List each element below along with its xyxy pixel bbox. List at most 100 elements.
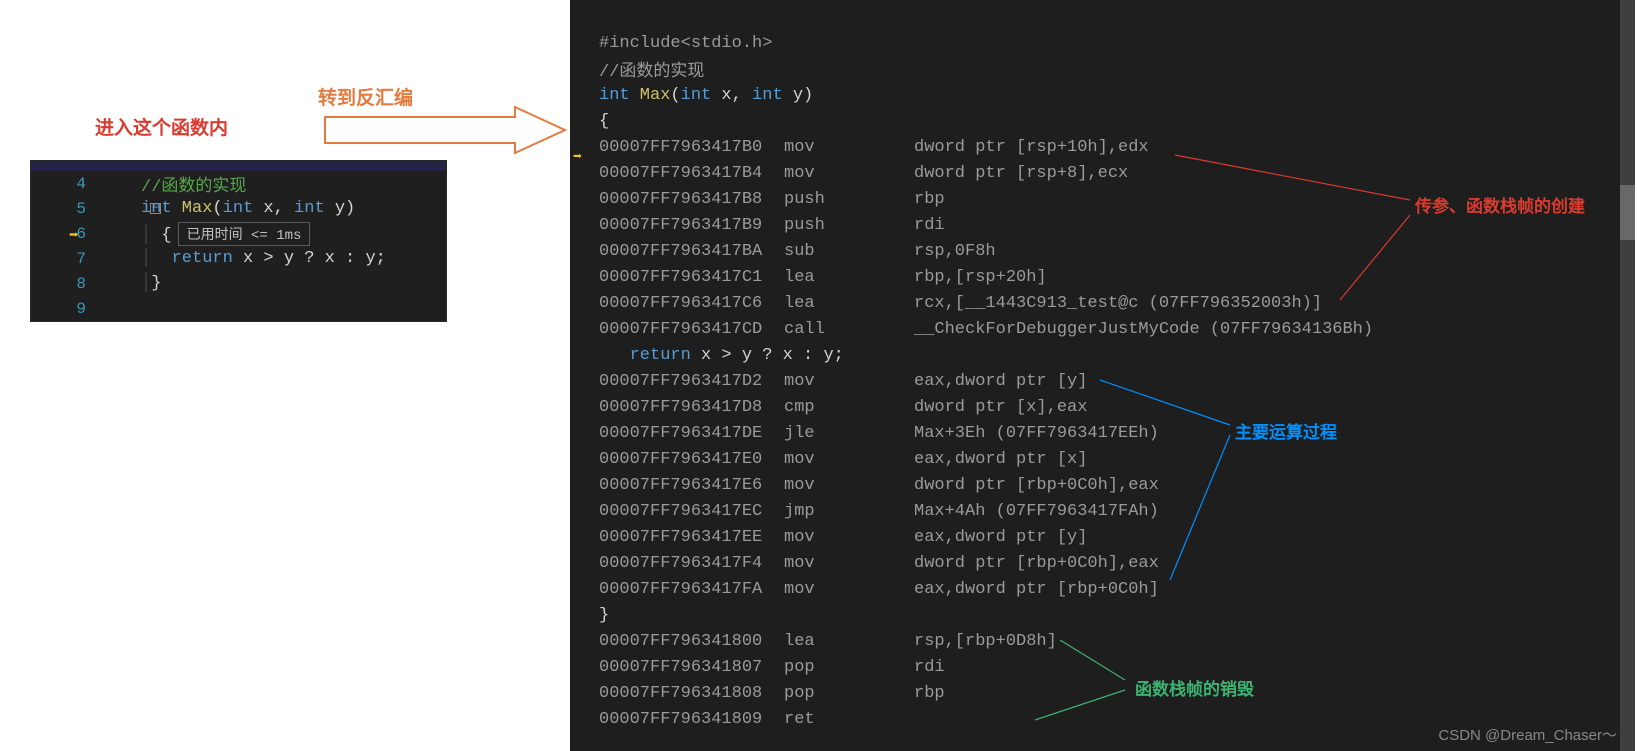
code-line-5: 5 − int Max(int x, int y) [31, 196, 446, 221]
asm-row: 00007FF7963417C6learcx,[__1443C913_test@… [570, 290, 1635, 316]
line-number: 5 [76, 200, 86, 218]
asm-op: dword ptr [rbp+0C0h],eax [914, 554, 1159, 573]
scrollbar[interactable] [1620, 0, 1635, 751]
param: y) [325, 199, 356, 218]
asm-mnem: mov [784, 528, 914, 547]
asm-mnem: push [784, 190, 914, 209]
brace-open: { [588, 112, 609, 131]
comment-text: //函数的实现 [141, 178, 246, 197]
line-number: 8 [76, 275, 86, 293]
asm-row: 00007FF7963417B4movdword ptr [rsp+8],ecx [570, 160, 1635, 186]
annotation-stack-create: 传参、函数栈帧的创建 [1415, 192, 1585, 217]
asm-op: rbp [914, 190, 945, 209]
asm-row: 00007FF7963417D2moveax,dword ptr [y] [570, 368, 1635, 394]
asm-addr: 00007FF7963417FA [588, 580, 784, 599]
source-tab-header[interactable] [31, 161, 446, 171]
asm-op: dword ptr [rbp+0C0h],eax [914, 476, 1159, 495]
asm-row: 00007FF7963417D8cmpdword ptr [x],eax [570, 394, 1635, 420]
asm-mnem: jle [784, 424, 914, 443]
asm-mnem: mov [784, 450, 914, 469]
asm-addr: 00007FF7963417B0 [588, 138, 784, 157]
asm-op: rsp,0F8h [914, 242, 996, 261]
asm-mnem: mov [784, 372, 914, 391]
source-code-panel: 4 //函数的实现 5 − int Max(int x, int y) ➡6 │… [30, 160, 447, 322]
asm-op: rdi [914, 216, 945, 235]
current-line-arrow-icon: ➡ [69, 225, 79, 245]
asm-op: eax,dword ptr [rbp+0C0h] [914, 580, 1159, 599]
asm-op: dword ptr [rsp+8],ecx [914, 164, 1128, 183]
kw: int [681, 86, 712, 105]
scrollbar-thumb[interactable] [1620, 185, 1635, 240]
asm-mnem: lea [784, 632, 914, 651]
code-line-7: 7 │ return x > y ? x : y; [31, 246, 446, 271]
kw: int [599, 86, 630, 105]
brace-close: } [588, 606, 609, 625]
kw: int [294, 199, 325, 218]
asm-mnem: lea [784, 268, 914, 287]
asm-addr: 00007FF7963417C6 [588, 294, 784, 313]
annotation-enter-function: 进入这个函数内 [95, 113, 228, 140]
expr: x > y ? x : y; [691, 346, 844, 365]
asm-mnem: pop [784, 684, 914, 703]
kw: return [630, 346, 691, 365]
asm-addr: 00007FF7963417C1 [588, 268, 784, 287]
asm-addr: 00007FF7963417BA [588, 242, 784, 261]
asm-addr: 00007FF7963417CD [588, 320, 784, 339]
paren: ( [212, 199, 222, 218]
asm-row: 00007FF7963417E0moveax,dword ptr [x] [570, 446, 1635, 472]
asm-mnem: mov [784, 476, 914, 495]
asm-row: 00007FF7963417E6movdword ptr [rbp+0C0h],… [570, 472, 1635, 498]
asm-mnem: call [784, 320, 914, 339]
param: y) [783, 86, 814, 105]
line-number: 9 [76, 300, 86, 318]
asm-row: 00007FF7963417ECjmpMax+4Ah (07FF7963417F… [570, 498, 1635, 524]
param: x, [711, 86, 752, 105]
code-line-9: 9 [31, 296, 446, 321]
asm-op: rcx,[__1443C913_test@c (07FF796352003h)] [914, 294, 1322, 313]
asm-mnem: jmp [784, 502, 914, 521]
asm-row: ➡00007FF7963417B0movdword ptr [rsp+10h],… [570, 134, 1635, 160]
watermark: CSDN @Dream_Chaser～ [1438, 724, 1617, 745]
asm-op: eax,dword ptr [y] [914, 372, 1087, 391]
asm-addr: 00007FF796341807 [588, 658, 784, 677]
param: x, [253, 199, 294, 218]
asm-row: 00007FF7963417FAmoveax,dword ptr [rbp+0C… [570, 576, 1635, 602]
asm-row: 00007FF7963417BAsubrsp,0F8h [570, 238, 1635, 264]
annotation-compute: 主要运算过程 [1235, 418, 1337, 443]
expr: x > y ? x : y; [233, 249, 386, 268]
asm-addr: 00007FF7963417B4 [588, 164, 784, 183]
asm-row: 00007FF7963417CDcall__CheckForDebuggerJu… [570, 316, 1635, 342]
asm-op: rbp [914, 684, 945, 703]
asm-op: __CheckForDebuggerJustMyCode (07FF796341… [914, 320, 1373, 339]
asm-addr: 00007FF7963417D8 [588, 398, 784, 417]
asm-op: rbp,[rsp+20h] [914, 268, 1047, 287]
timing-badge[interactable]: 已用时间 <= 1ms [178, 222, 311, 246]
asm-mnem: cmp [784, 398, 914, 417]
fn: Max [630, 86, 671, 105]
asm-addr: 00007FF7963417D2 [588, 372, 784, 391]
asm-addr: 00007FF7963417EC [588, 502, 784, 521]
collapse-icon[interactable]: − [150, 203, 161, 214]
asm-op: dword ptr [rsp+10h],edx [914, 138, 1149, 157]
annotation-stack-destroy: 函数栈帧的销毁 [1135, 675, 1254, 700]
asm-op: eax,dword ptr [x] [914, 450, 1087, 469]
fn: Max [172, 199, 213, 218]
asm-addr: 00007FF7963417B8 [588, 190, 784, 209]
asm-addr: 00007FF7963417E0 [588, 450, 784, 469]
asm-mnem: mov [784, 164, 914, 183]
asm-op: Max+3Eh (07FF7963417EEh) [914, 424, 1159, 443]
asm-op: dword ptr [x],eax [914, 398, 1087, 417]
asm-mnem: ret [784, 710, 914, 729]
asm-addr: 00007FF7963417F4 [588, 554, 784, 573]
code-line-4: 4 //函数的实现 [31, 171, 446, 196]
asm-mnem: mov [784, 138, 914, 157]
paren: ( [670, 86, 680, 105]
code-line-8: 8 │} [31, 271, 446, 296]
src-include: #include<stdio.h> [588, 34, 772, 53]
brace-open: { [161, 226, 171, 245]
asm-row: 00007FF7963417EEmoveax,dword ptr [y] [570, 524, 1635, 550]
current-instruction-arrow-icon: ➡ [573, 147, 582, 166]
line-number: 4 [76, 175, 86, 193]
asm-mnem: mov [784, 554, 914, 573]
kw: int [223, 199, 254, 218]
